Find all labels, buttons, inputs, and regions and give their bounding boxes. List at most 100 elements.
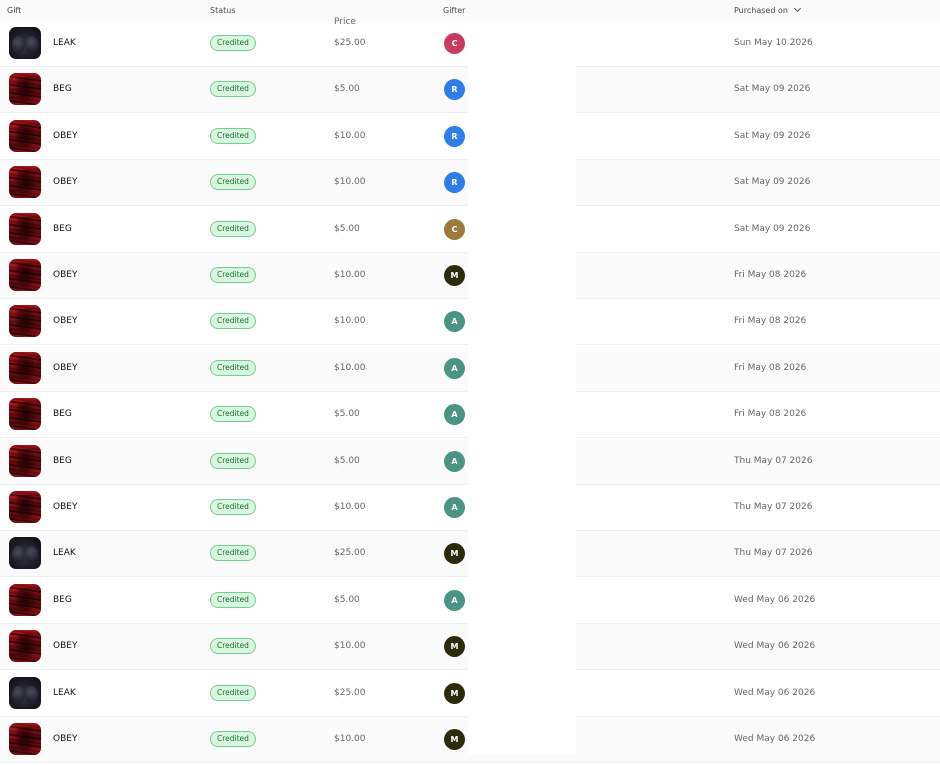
column-header-gifter: Gifter bbox=[443, 6, 466, 15]
gift-name: LEAK bbox=[53, 687, 76, 698]
gift-name: OBEY bbox=[53, 362, 78, 373]
status-badge: Credited bbox=[210, 267, 256, 283]
gift-name: BEG bbox=[53, 409, 72, 420]
gifter-avatar[interactable]: C bbox=[444, 218, 465, 240]
gifter-avatar[interactable]: A bbox=[444, 450, 465, 472]
status-badge: Credited bbox=[210, 220, 256, 237]
purchase-date: Thu May 07 2026 bbox=[734, 548, 813, 559]
gift-name: BEG bbox=[53, 455, 72, 466]
purchase-date: Sat May 09 2026 bbox=[734, 223, 811, 234]
status-badge: Credited bbox=[210, 638, 256, 655]
purchase-date: Wed May 06 2026 bbox=[734, 687, 816, 698]
gifts-table: Gift Status Price Gifter Purchased on LE… bbox=[0, 0, 940, 765]
purchase-date: Sat May 09 2026 bbox=[734, 130, 811, 141]
gift-name: OBEY bbox=[53, 316, 78, 327]
gifter-avatar[interactable]: M bbox=[444, 543, 465, 565]
gift-price: $10.00 bbox=[334, 130, 366, 141]
gift-price: $5.00 bbox=[334, 455, 360, 466]
status-badge: Credited bbox=[210, 545, 256, 562]
gift-thumbnail bbox=[9, 444, 41, 477]
purchase-date: Thu May 07 2026 bbox=[734, 455, 813, 466]
status-badge: Credited bbox=[210, 452, 256, 469]
purchase-date: Sat May 09 2026 bbox=[734, 177, 811, 188]
purchase-date: Thu May 07 2026 bbox=[734, 502, 813, 512]
purchase-date: Wed May 06 2026 bbox=[734, 594, 816, 605]
gift-name: OBEY bbox=[53, 130, 78, 141]
gift-name: BEG bbox=[53, 84, 72, 95]
purchase-date: Sun May 10 2026 bbox=[734, 38, 813, 48]
purchase-date: Sat May 09 2026 bbox=[734, 84, 811, 95]
gift-thumbnail bbox=[9, 630, 41, 663]
gift-thumbnail bbox=[9, 491, 41, 523]
column-header-purchased-on-label: Purchased on bbox=[734, 6, 788, 15]
gift-thumbnail bbox=[9, 537, 41, 570]
gift-name: LEAK bbox=[53, 38, 76, 48]
gift-thumbnail bbox=[9, 676, 41, 709]
gifter-avatar[interactable]: M bbox=[444, 682, 465, 704]
gift-price: $10.00 bbox=[334, 362, 366, 373]
gift-thumbnail bbox=[9, 73, 41, 106]
status-badge: Credited bbox=[210, 359, 256, 376]
status-badge: Credited bbox=[210, 684, 256, 701]
gifter-avatar[interactable]: C bbox=[444, 33, 465, 54]
gift-price: $10.00 bbox=[334, 502, 366, 512]
column-header-purchased-on[interactable]: Purchased on bbox=[734, 4, 801, 16]
gift-name: BEG bbox=[53, 594, 72, 605]
gift-thumbnail bbox=[9, 259, 41, 291]
gift-thumbnail bbox=[9, 398, 41, 431]
gifter-avatar[interactable]: R bbox=[444, 172, 465, 194]
column-header-status: Status bbox=[210, 6, 236, 15]
gift-name: OBEY bbox=[53, 502, 78, 512]
status-badge: Credited bbox=[210, 406, 256, 423]
gift-name: OBEY bbox=[53, 270, 78, 280]
status-badge: Credited bbox=[210, 313, 256, 330]
gift-name: OBEY bbox=[53, 177, 78, 188]
purchase-date: Wed May 06 2026 bbox=[734, 734, 816, 744]
gifter-avatar[interactable]: R bbox=[444, 125, 465, 147]
gift-price: $25.00 bbox=[334, 687, 366, 698]
redacted-gifter-names bbox=[468, 21, 576, 754]
gifter-avatar[interactable]: M bbox=[444, 729, 465, 750]
gift-thumbnail bbox=[9, 305, 41, 338]
gifter-avatar[interactable]: A bbox=[444, 497, 465, 518]
chevron-down-icon[interactable] bbox=[793, 4, 801, 13]
purchase-date: Fri May 08 2026 bbox=[734, 270, 807, 280]
purchase-date: Fri May 08 2026 bbox=[734, 362, 807, 373]
gifter-avatar[interactable]: M bbox=[444, 636, 465, 658]
gift-price: $10.00 bbox=[334, 734, 366, 744]
gift-price: $10.00 bbox=[334, 270, 366, 280]
gift-price: $5.00 bbox=[334, 223, 360, 234]
gift-price: $5.00 bbox=[334, 409, 360, 420]
gift-price: $10.00 bbox=[334, 641, 366, 652]
column-header-gift: Gift bbox=[7, 6, 22, 15]
gifter-avatar[interactable]: R bbox=[444, 79, 465, 101]
gift-name: BEG bbox=[53, 223, 72, 234]
gift-price: $10.00 bbox=[334, 316, 366, 327]
gift-price: $5.00 bbox=[334, 594, 360, 605]
gifter-avatar[interactable]: A bbox=[444, 311, 465, 333]
gift-thumbnail bbox=[9, 27, 41, 59]
gift-name: LEAK bbox=[53, 548, 76, 559]
gifter-avatar[interactable]: A bbox=[444, 357, 465, 379]
gift-price: $10.00 bbox=[334, 177, 366, 188]
gift-price: $25.00 bbox=[334, 548, 366, 559]
status-badge: Credited bbox=[210, 174, 256, 191]
purchase-date: Fri May 08 2026 bbox=[734, 316, 807, 327]
status-badge: Credited bbox=[210, 35, 256, 51]
gift-thumbnail bbox=[9, 212, 41, 245]
status-badge: Credited bbox=[210, 591, 256, 608]
gift-name: OBEY bbox=[53, 641, 78, 652]
gift-thumbnail bbox=[9, 723, 41, 755]
gifter-avatar[interactable]: M bbox=[444, 265, 465, 286]
table-header: Gift Status Price Gifter Purchased on bbox=[0, 0, 940, 27]
gift-thumbnail bbox=[9, 351, 41, 384]
gift-thumbnail bbox=[9, 119, 41, 152]
status-badge: Credited bbox=[210, 731, 256, 747]
status-badge: Credited bbox=[210, 127, 256, 144]
gift-name: OBEY bbox=[53, 734, 78, 744]
gifter-avatar[interactable]: A bbox=[444, 404, 465, 426]
status-badge: Credited bbox=[210, 499, 256, 515]
gift-thumbnail bbox=[9, 583, 41, 616]
gifter-avatar[interactable]: A bbox=[444, 589, 465, 611]
gift-thumbnail bbox=[9, 166, 41, 199]
